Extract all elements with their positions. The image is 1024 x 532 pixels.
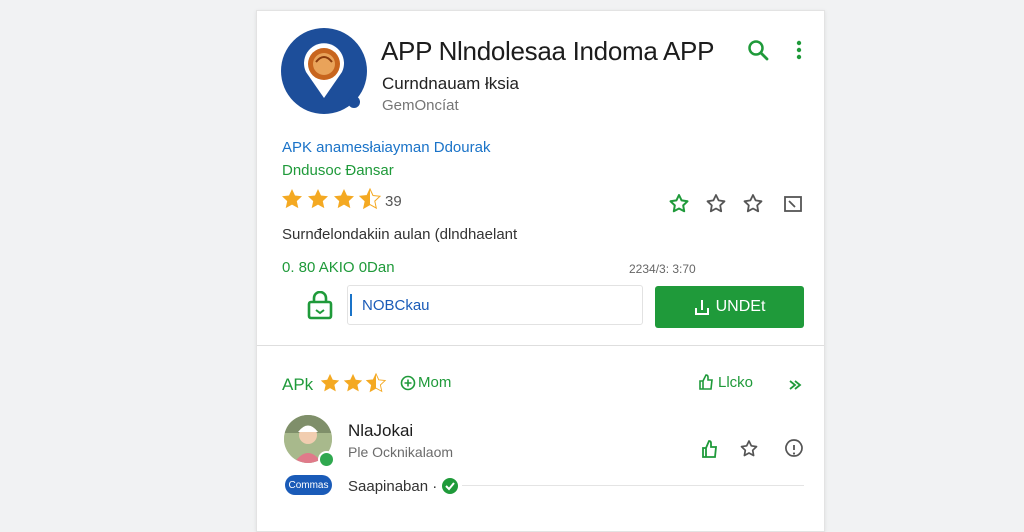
- search-icon[interactable]: [745, 37, 771, 63]
- share-icon[interactable]: [737, 437, 761, 461]
- download-icon: [694, 300, 709, 315]
- star-half-icon: [358, 187, 382, 210]
- star-icon: [343, 373, 363, 392]
- category-link[interactable]: Dndusoc Ðansar: [282, 162, 394, 179]
- section-mom-button[interactable]: Mom: [400, 374, 451, 391]
- install-button-label: UNDEt: [715, 298, 766, 315]
- star-outline-icon[interactable]: [740, 191, 766, 217]
- reviewer-name[interactable]: NlaJokai: [348, 421, 413, 441]
- add-circle-icon: [400, 375, 416, 390]
- update-date: 2234/3: 3:70: [629, 262, 696, 276]
- app-title: APP Nlndolesaa Indoma APP: [381, 36, 715, 66]
- lock-icon[interactable]: [303, 289, 337, 323]
- reviewer-subtitle: Ple Ocknikalaom: [348, 444, 454, 460]
- section-like-label: Llcko: [718, 373, 754, 391]
- search-input[interactable]: NOBCkau: [347, 285, 643, 325]
- app-card: APP Nlndolesaa Indoma APP Curndnauam łks…: [256, 10, 825, 532]
- section-apk-label: APk: [282, 375, 314, 394]
- app-size: 0. 80 AKIO 0Dan: [282, 259, 395, 276]
- section-like-button[interactable]: Llcko: [697, 373, 753, 391]
- install-button[interactable]: UNDEt: [655, 286, 804, 328]
- star-icon: [282, 189, 302, 209]
- status-badge: Commas: [285, 475, 332, 495]
- app-developer[interactable]: GemOncíat: [382, 97, 459, 114]
- app-subtitle: Curndnauam łksia: [382, 74, 520, 93]
- star-half-icon: [365, 372, 387, 393]
- thumbs-up-icon[interactable]: [698, 437, 722, 461]
- text-cursor: [350, 294, 352, 316]
- review-date-text: Saapinaban ·: [348, 477, 438, 495]
- rating-count: 39: [385, 193, 402, 210]
- section-divider: [257, 345, 824, 346]
- chevron-right-icon[interactable]: [785, 375, 805, 395]
- online-badge-icon: [318, 451, 335, 468]
- star-icon: [308, 189, 328, 209]
- thumbs-up-icon: [699, 374, 713, 390]
- app-logo: [298, 42, 350, 100]
- share-icon[interactable]: [666, 191, 692, 217]
- review-separator: [462, 485, 804, 486]
- search-input-value: NOBCkau: [362, 296, 430, 314]
- info-icon[interactable]: [782, 437, 806, 461]
- rating-stars: [280, 187, 382, 211]
- section-rating-stars: [319, 372, 387, 394]
- developer-link[interactable]: APK anamesłaiayman Ddourak: [282, 139, 490, 156]
- review-date-label: Saapinaban ·: [348, 477, 459, 495]
- star-icon: [320, 373, 340, 392]
- more-vert-icon[interactable]: [789, 37, 809, 63]
- section-mom-label: Mom: [418, 374, 452, 391]
- flag-icon[interactable]: [781, 192, 805, 216]
- verified-badge-icon: [348, 96, 360, 108]
- check-circle-icon: [442, 478, 459, 494]
- star-outline-icon[interactable]: [703, 191, 729, 217]
- app-description: Surnđelondakiin aulan (dlndhaelant: [282, 226, 518, 243]
- star-icon: [334, 189, 354, 209]
